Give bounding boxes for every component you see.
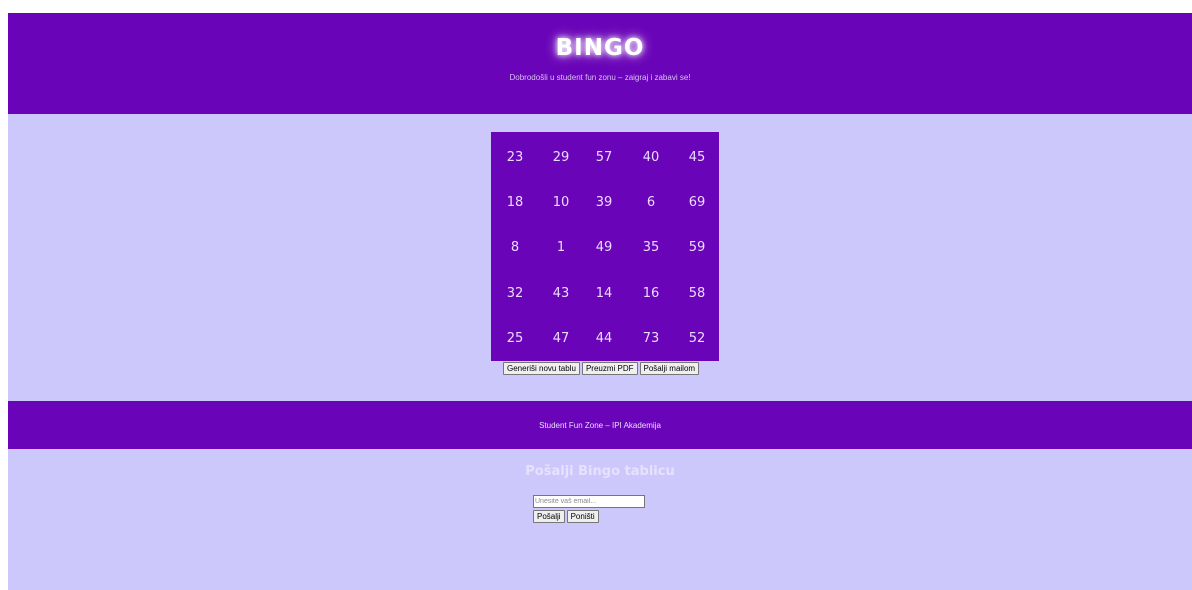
send-section: Pošalji Bingo tablicu PošaljiPoništi — [8, 449, 1192, 590]
bingo-cell: 10 — [552, 195, 570, 210]
bingo-cell: 23 — [506, 150, 524, 165]
bingo-cell: 49 — [595, 240, 613, 255]
send-mail-button[interactable]: Pošalji mailom — [639, 362, 700, 375]
bingo-cell: 16 — [642, 286, 660, 301]
send-button[interactable]: Pošalji — [533, 510, 565, 523]
bingo-cell: 47 — [552, 331, 570, 346]
site-header: BINGO Dobrodošli u student fun zonu – za… — [8, 13, 1192, 114]
bingo-cell: 57 — [595, 150, 613, 165]
bingo-cell: 59 — [688, 240, 706, 255]
bingo-cell: 6 — [646, 195, 656, 210]
bingo-cell: 69 — [688, 195, 706, 210]
footer-text: Student Fun Zone – IPI Akademija — [539, 421, 661, 430]
reset-button[interactable]: Poništi — [566, 510, 599, 523]
generate-board-button[interactable]: Generiši novu tablu — [503, 362, 580, 375]
send-heading: Pošalji Bingo tablicu — [525, 464, 675, 479]
bingo-cell: 45 — [688, 150, 706, 165]
download-pdf-button[interactable]: Preuzmi PDF — [581, 362, 638, 375]
bingo-cell: 8 — [510, 240, 520, 255]
send-form-actions: Pošalji Poništi — [533, 510, 601, 529]
bingo-board: 23 29 57 40 45 18 10 39 6 69 8 1 49 35 59 32 43 14 16 58 25 4… — [491, 132, 719, 361]
page: BINGO Dobrodošli u student fun zonu – za… — [8, 13, 1192, 590]
page-title: BINGO — [555, 35, 645, 61]
bingo-cell: 32 — [506, 286, 524, 301]
main-section: 23 29 57 40 45 18 10 39 6 69 8 1 49 35 59 32 43 14 16 58 25 4… — [8, 114, 1192, 401]
bingo-cell: 1 — [556, 240, 566, 255]
bingo-cell: 29 — [552, 150, 570, 165]
bingo-cell: 25 — [506, 331, 524, 346]
page-subtitle: Dobrodošli u student fun zonu – zaigraj … — [509, 73, 691, 82]
bingo-cell: 40 — [642, 150, 660, 165]
bingo-cell: 43 — [552, 286, 570, 301]
bingo-cell: 14 — [595, 286, 613, 301]
email-input[interactable] — [533, 495, 645, 508]
bingo-cell: 35 — [642, 240, 660, 255]
site-footer: Student Fun Zone – IPI Akademija — [8, 401, 1192, 449]
board-actions: Generiši novu tablu Preuzmi PDF Pošalji ma… — [503, 362, 701, 376]
bingo-cell: 18 — [506, 195, 524, 210]
bingo-cell: 44 — [595, 331, 613, 346]
bingo-cell: 52 — [688, 331, 706, 346]
bingo-cell: 39 — [595, 195, 613, 210]
bingo-cell: 73 — [642, 331, 660, 346]
bingo-cell: 58 — [688, 286, 706, 301]
